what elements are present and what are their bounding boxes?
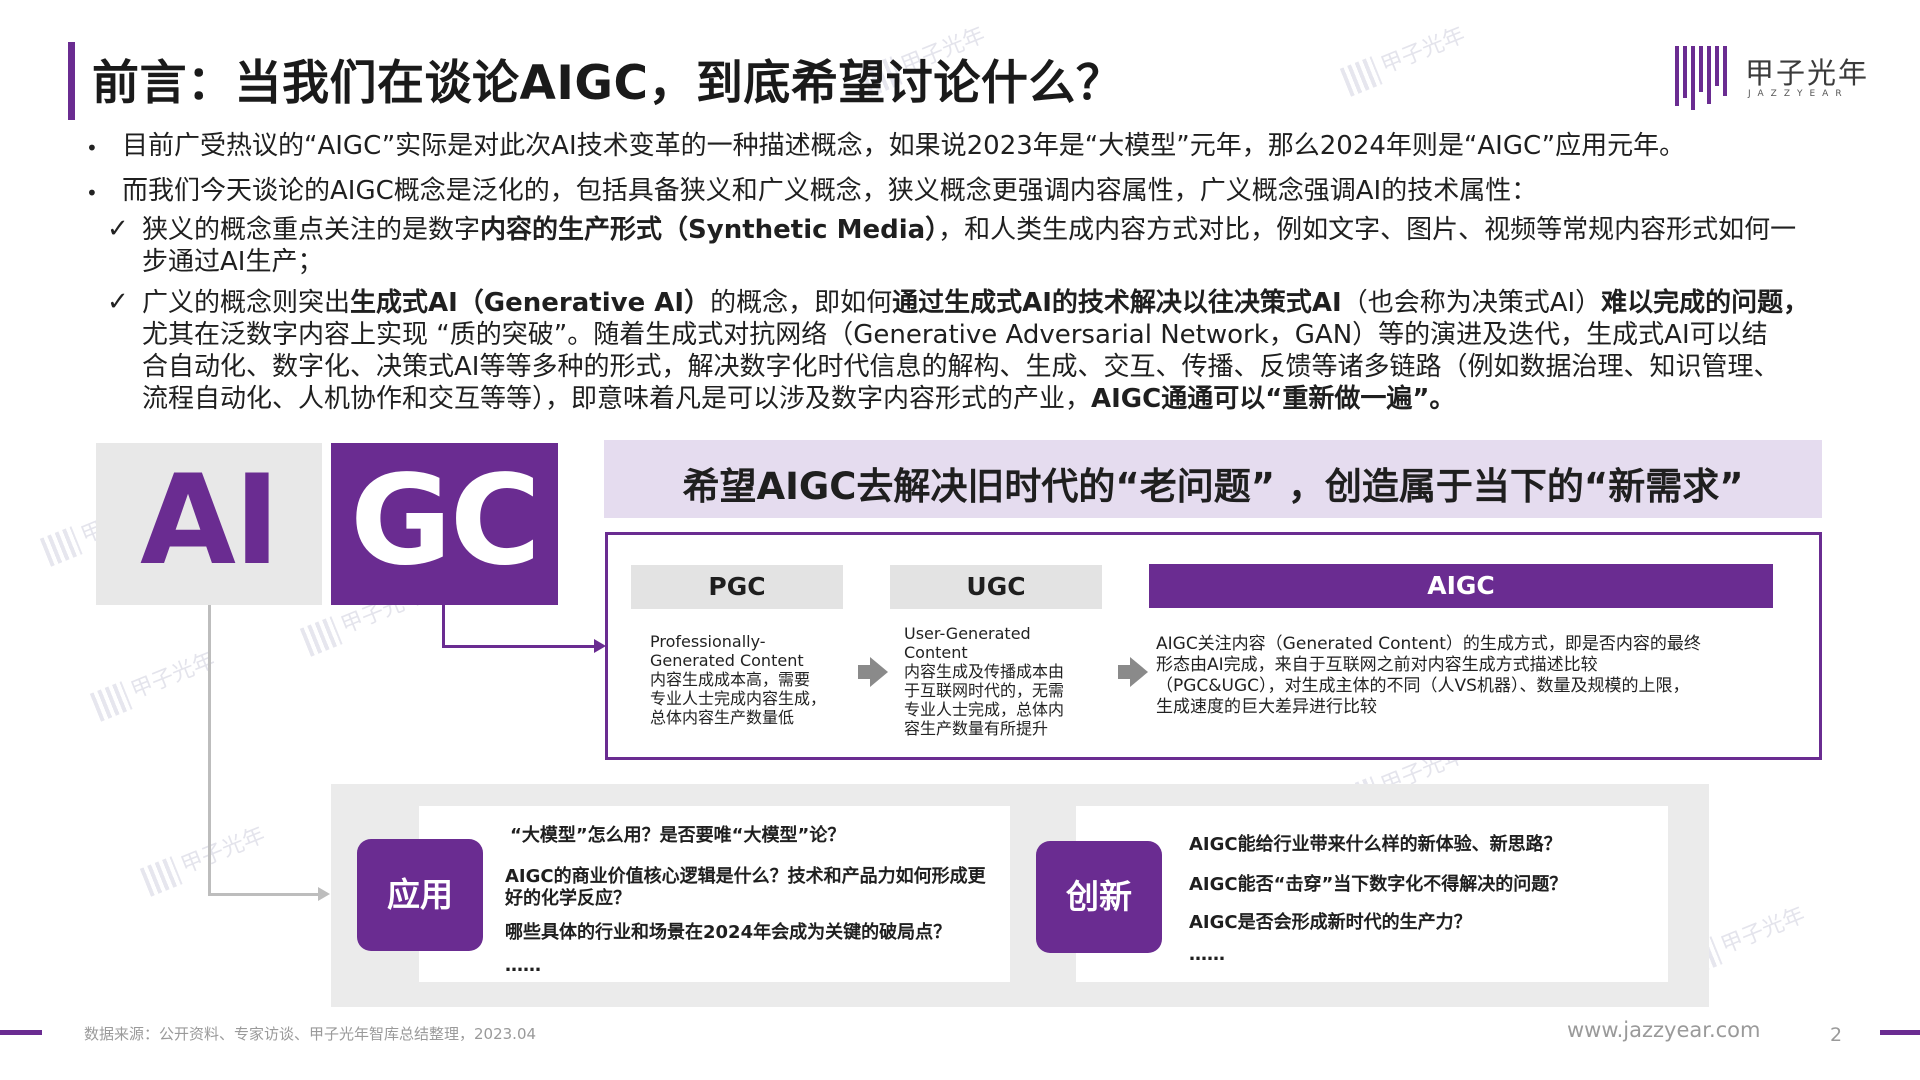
website-link[interactable]: www.jazzyear.com	[1567, 1018, 1760, 1042]
aigc-description: AIGC关注内容（Generated Content）的生成方式，即是否内容的最…	[1156, 634, 1701, 717]
broad-concept-line-2: 尤其在泛数字内容上实现 “质的突破”。随着生成式对抗网络（Generative …	[142, 320, 1768, 350]
ai-block-text: AI	[139, 449, 280, 593]
intro-bullet-2: 而我们今天谈论的AIGC概念是泛化的，包括具备狭义和广义概念，狭义概念更强调内容…	[122, 176, 1538, 206]
connector-line	[208, 893, 320, 896]
broad-concept-line-4: 流程自动化、人机协作和交互等等），即意味着凡是可以涉及数字内容形式的产业，AIG…	[142, 384, 1456, 414]
innovation-question: AIGC能否“击穿”当下数字化不得解决的问题？	[1189, 874, 1568, 895]
intro-bullet-1: 目前广受热议的“AIGC”实际是对此次AI技术变革的一种描述概念，如果说2023…	[122, 131, 1686, 161]
goal-banner: 希望AIGC去解决旧时代的“老问题” ，创造属于当下的“新需求”	[604, 440, 1822, 518]
innovation-question: AIGC能给行业带来什么样的新体验、新思路？	[1189, 834, 1562, 855]
data-source-note: 数据来源：公开资料、专家访谈、甲子光年智库总结整理，2023.04	[84, 1025, 537, 1043]
right-arrow-icon	[858, 657, 888, 687]
connector-line	[208, 605, 211, 895]
pgc-description: Professionally- Generated Content 内容生成成本…	[650, 632, 827, 727]
brand-logo: 甲子光年 JAZZYEAR	[1675, 46, 1867, 110]
page-title: 前言：当我们在谈论AIGC，到底希望讨论什么？	[92, 56, 1124, 111]
innovation-question: AIGC是否会形成新时代的生产力？	[1189, 912, 1472, 933]
bullet-dot: •	[86, 136, 98, 160]
broad-concept-line-3: 合自动化、数字化、决策式AI等等多种的形式，解决数字化时代信息的解构、生成、交互…	[142, 352, 1780, 382]
connector-arrow-icon	[318, 887, 330, 901]
check-icon: ✓	[107, 214, 129, 244]
application-question: 哪些具体的行业和场景在2024年会成为关键的破局点？	[505, 922, 952, 943]
ai-block: AI	[96, 443, 322, 605]
check-icon: ✓	[107, 287, 129, 317]
narrow-concept-line-2: 步通过AI生产；	[142, 247, 324, 277]
application-question: “大模型”怎么用？是否要唯“大模型”论？	[510, 825, 846, 846]
ugc-tag: UGC	[890, 565, 1102, 609]
goal-banner-text: 希望AIGC去解决旧时代的“老问题” ，创造属于当下的“新需求”	[682, 465, 1744, 508]
pgc-tag: PGC	[631, 565, 843, 609]
right-arrow-icon	[1118, 657, 1148, 687]
innovation-question: ……	[1189, 944, 1225, 965]
footer-accent-left	[0, 1030, 42, 1035]
narrow-concept-line-1: 狭义的概念重点关注的是数字内容的生产形式（Synthetic Media），和人…	[142, 215, 1797, 245]
innovation-label: 创新	[1036, 841, 1162, 953]
connector-line	[442, 605, 445, 648]
footer-accent-right	[1880, 1030, 1920, 1035]
gc-block: GC	[331, 443, 558, 605]
application-label: 应用	[357, 839, 483, 951]
logo-text-en: JAZZYEAR	[1748, 89, 1849, 99]
broad-concept-line-1: 广义的概念则突出生成式AI（Generative AI）的概念，即如何通过生成式…	[142, 288, 1810, 318]
title-accent-bar	[68, 42, 75, 120]
logo-text-cn: 甲子光年	[1745, 56, 1870, 90]
logo-bars-icon	[1675, 46, 1727, 110]
bullet-dot: •	[86, 181, 98, 205]
watermark: 甲子光年	[88, 642, 219, 722]
application-question: AIGC的商业价值核心逻辑是什么？技术和产品力如何形成更	[505, 866, 986, 887]
application-question: ……	[505, 955, 541, 976]
ugc-description: User-Generated Content 内容生成及传播成本由 于互联网时代…	[904, 624, 1065, 738]
application-question: 好的化学反应？	[505, 888, 631, 909]
watermark: 甲子光年	[138, 817, 269, 897]
gc-block-text: GC	[350, 449, 541, 593]
page-number: 2	[1830, 1024, 1843, 1046]
watermark: 甲子光年	[1338, 17, 1469, 97]
connector-line	[442, 645, 596, 648]
aigc-tag: AIGC	[1149, 564, 1773, 608]
